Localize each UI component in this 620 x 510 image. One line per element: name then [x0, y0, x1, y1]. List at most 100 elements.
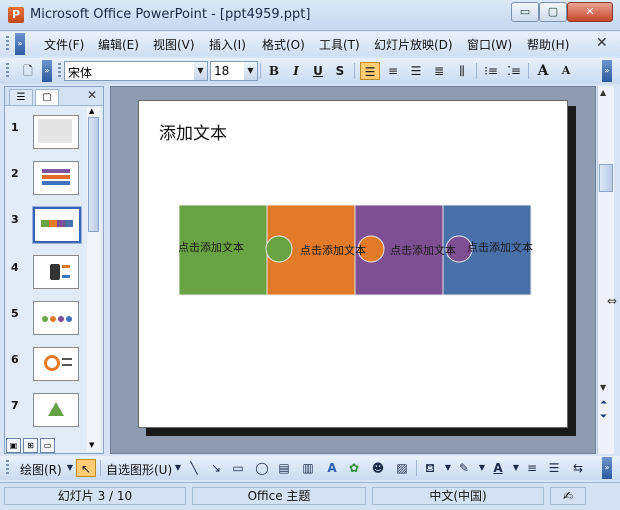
workspace-scrollbar[interactable]: ▲ ▼ ⏶ ⏷: [597, 86, 614, 454]
slide-thumbnail-6[interactable]: [33, 347, 79, 381]
slide-thumbnail-2[interactable]: [33, 161, 79, 195]
shrink-font-button[interactable]: A: [556, 62, 576, 80]
bullets-icon[interactable]: ⁚≡: [504, 62, 524, 80]
chevron-down-icon[interactable]: ▼: [194, 62, 207, 80]
line-style-icon[interactable]: ≡: [524, 460, 540, 476]
slide-thumbnail-4[interactable]: [33, 255, 79, 289]
panel-tabs: ☰ ▢ ✕: [5, 87, 103, 106]
slide-thumbnail-1[interactable]: [33, 115, 79, 149]
scroll-down-icon[interactable]: ▼: [89, 441, 94, 449]
toolbar-chevron-icon[interactable]: »: [42, 60, 52, 82]
maximize-button[interactable]: ▢: [539, 2, 567, 22]
chevron-down-icon[interactable]: ▼: [244, 62, 257, 80]
textbox-icon[interactable]: ▤: [276, 460, 292, 476]
drawing-toolbar: 绘图(R) ▼ ↖ 自选图形(U) ▼ ╲ ↘ ▭ ◯ ▤ ▥ A ✿ ☻ ▨ …: [0, 456, 620, 480]
line-spacing-icon[interactable]: ≣: [429, 62, 449, 80]
chevron-down-icon[interactable]: ▼: [508, 460, 524, 476]
draw-menu-button[interactable]: 绘图(R): [20, 461, 62, 478]
chevron-down-icon[interactable]: ▼: [474, 460, 490, 476]
align-left-icon[interactable]: ☰: [360, 62, 380, 80]
arrow-icon[interactable]: ↘: [208, 460, 224, 476]
scroll-down-icon[interactable]: ▼: [600, 383, 606, 392]
align-center-icon[interactable]: ≡: [383, 62, 403, 80]
slide-number: 1: [11, 121, 19, 134]
slide-number: 3: [11, 213, 19, 226]
powerpoint-app-icon[interactable]: P: [8, 7, 24, 23]
shadow-button[interactable]: S: [330, 62, 350, 80]
autoshapes-button[interactable]: 自选图形(U): [106, 461, 172, 478]
formatting-toolbar: 🗋 » 宋体 ▼ 18 ▼ B I U S ☰ ≡ ☰ ≣ ⫼ ⁝≡ ⁚≡ A …: [0, 58, 620, 84]
font-color-icon[interactable]: A: [490, 460, 506, 476]
slide-sorter-icon[interactable]: ⊞: [23, 438, 38, 453]
separator: [100, 460, 101, 476]
scroll-up-icon[interactable]: ▲: [600, 88, 606, 97]
italic-button[interactable]: I: [286, 62, 306, 80]
panel-close-icon[interactable]: ✕: [87, 88, 97, 102]
clipart-icon[interactable]: ☻: [370, 460, 386, 476]
close-button[interactable]: ✕: [567, 2, 613, 22]
tab-outline[interactable]: ☰: [9, 89, 33, 105]
next-slide-icon[interactable]: ⏷: [600, 412, 607, 422]
menu-help[interactable]: 帮助(H): [527, 36, 569, 53]
menu-grip[interactable]: [6, 36, 9, 52]
toolbar-options-chevron-icon[interactable]: »: [602, 457, 612, 479]
menu-format[interactable]: 格式(O): [262, 36, 305, 53]
menu-chevron-icon[interactable]: »: [15, 33, 25, 55]
font-size-combo[interactable]: 18 ▼: [210, 61, 258, 81]
spelling-status-icon[interactable]: ✍: [550, 487, 586, 505]
menu-edit[interactable]: 编辑(E): [98, 36, 139, 53]
dash-style-icon[interactable]: ☰: [546, 460, 562, 476]
wordart-icon[interactable]: A: [324, 460, 340, 476]
new-document-icon[interactable]: 🗋: [18, 62, 38, 80]
scrollbar-thumb[interactable]: [599, 164, 613, 192]
slide-canvas[interactable]: 添加文本 点击添加文本 点击添加文本 点击添加文本 点击添加文本: [138, 100, 568, 428]
diagram-icon[interactable]: ✿: [346, 460, 362, 476]
font-name: 宋体: [68, 66, 93, 80]
slide-title[interactable]: 添加文本: [159, 119, 227, 144]
slide-thumbnail-3[interactable]: [32, 206, 82, 244]
slide-thumbnail-7[interactable]: [33, 393, 79, 427]
scroll-up-icon[interactable]: ▲: [89, 107, 94, 115]
align-right-icon[interactable]: ☰: [406, 62, 426, 80]
tab-slides[interactable]: ▢: [35, 89, 59, 105]
font-combo[interactable]: 宋体 ▼: [64, 61, 208, 81]
menu-insert[interactable]: 插入(I): [209, 36, 246, 53]
oval-icon[interactable]: ◯: [254, 460, 270, 476]
chevron-down-icon[interactable]: ▼: [170, 460, 186, 476]
previous-slide-icon[interactable]: ⏶: [600, 398, 607, 408]
select-objects-icon[interactable]: ↖: [76, 459, 96, 477]
fill-color-icon[interactable]: ⛾: [422, 460, 438, 476]
numbering-icon[interactable]: ⁝≡: [481, 62, 501, 80]
separator: [260, 63, 261, 79]
minimize-button[interactable]: ▭: [511, 2, 539, 22]
menu-slideshow[interactable]: 幻灯片放映(D): [374, 36, 453, 53]
scrollbar-thumb[interactable]: [88, 117, 99, 232]
arrow-style-icon[interactable]: ⇆: [570, 460, 586, 476]
title-bar: P Microsoft Office PowerPoint - [ppt4959…: [0, 0, 620, 31]
toolbar-grip[interactable]: [6, 63, 9, 79]
toolbar-grip-2[interactable]: [58, 63, 61, 79]
puzzle-graphic[interactable]: 点击添加文本 点击添加文本 点击添加文本 点击添加文本: [179, 205, 535, 297]
chevron-down-icon[interactable]: ▼: [440, 460, 456, 476]
distributed-align-icon[interactable]: ⫼: [452, 62, 472, 80]
bold-button[interactable]: B: [264, 62, 284, 80]
menu-window[interactable]: 窗口(W): [467, 36, 512, 53]
menu-tools[interactable]: 工具(T): [319, 36, 360, 53]
normal-view-icon[interactable]: ▣: [6, 438, 21, 453]
picture-icon[interactable]: ▨: [394, 460, 410, 476]
line-color-icon[interactable]: ✎: [456, 460, 472, 476]
vertical-textbox-icon[interactable]: ▥: [300, 460, 316, 476]
slide-thumbnail-5[interactable]: [33, 301, 79, 335]
underline-button[interactable]: U: [308, 62, 328, 80]
slide-number: 2: [11, 167, 19, 180]
line-icon[interactable]: ╲: [186, 460, 202, 476]
menu-view[interactable]: 视图(V): [153, 36, 195, 53]
grow-font-button[interactable]: A: [533, 62, 553, 80]
document-close-icon[interactable]: ✕: [596, 35, 608, 51]
toolbar-grip[interactable]: [6, 460, 9, 476]
rectangle-icon[interactable]: ▭: [230, 460, 246, 476]
menu-file[interactable]: 文件(F): [44, 36, 84, 53]
toolbar-options-chevron-icon[interactable]: »: [602, 60, 612, 82]
slideshow-view-icon[interactable]: ▭: [40, 438, 55, 453]
slides-panel-scrollbar[interactable]: ▲ ▼: [87, 107, 100, 451]
